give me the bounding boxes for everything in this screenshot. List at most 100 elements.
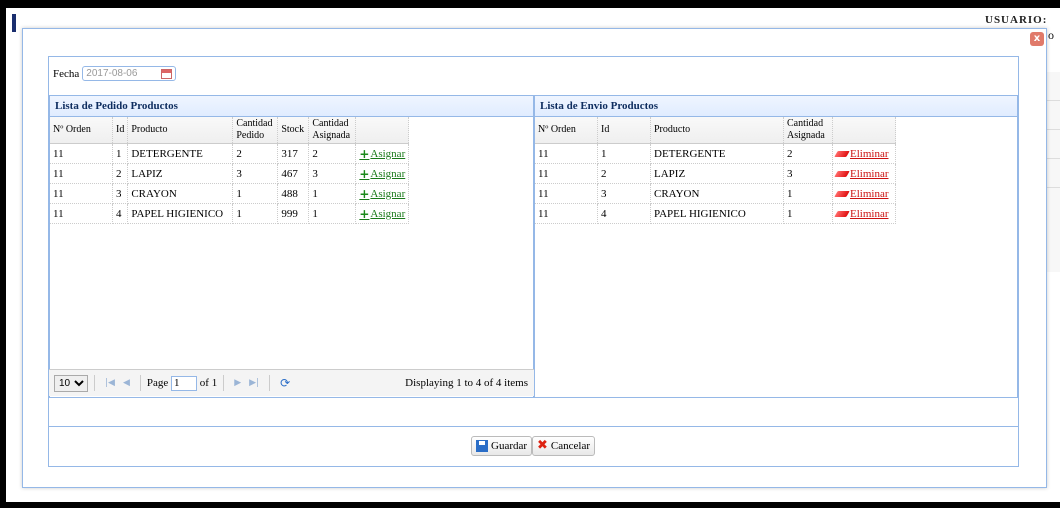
pager-separator [94,375,95,391]
cell-orden: 11 [535,203,598,224]
cell-action: Eliminar [832,163,896,184]
cell-asignada[interactable]: 1 [308,203,357,224]
cell-orden: 11 [535,183,598,204]
table-header-row: Nº Orden Id Producto Cantidad Pedido Sto… [50,117,410,144]
cell-stock: 317 [277,143,310,164]
next-page-icon[interactable]: ▶ [234,378,241,388]
eraser-icon [834,210,850,217]
asignar-link[interactable]: + Asignar [359,167,405,181]
cell-action: + Asignar [355,163,410,184]
col-header-cantidad-pedido[interactable]: Cantidad Pedido [232,117,279,144]
cell-id: 4 [112,203,129,224]
cancelar-button[interactable]: ✖ Cancelar [532,436,595,456]
asignar-label: Asignar [370,207,406,220]
plus-icon: + [359,206,370,221]
background-side-text: o [1048,28,1054,42]
plus-icon: + [359,146,370,161]
asignar-link[interactable]: + Asignar [359,147,405,161]
eliminar-link[interactable]: Eliminar [834,188,889,200]
cell-asignada: 1 [783,203,833,224]
table-row[interactable]: 11 1 DETERGENTE 2 Eliminar [535,143,896,164]
col-header-cantidad-asignada[interactable]: Cantidad Asignada [308,117,357,144]
cell-asignada: 2 [783,143,833,164]
pedido-table: Nº Orden Id Producto Cantidad Pedido Sto… [50,117,410,224]
first-page-icon[interactable]: |◀ [105,378,115,388]
cancelar-label: Cancelar [550,440,590,452]
cell-action: + Asignar [355,143,410,164]
cell-producto: LAPIZ [127,163,234,184]
fecha-value: 2017-08-06 [86,68,138,79]
eliminar-link[interactable]: Eliminar [834,207,889,220]
cell-orden: 11 [50,183,113,204]
col-header-action [832,117,896,144]
table-row[interactable]: 11 2 LAPIZ 3 Eliminar [535,163,896,184]
pager-separator [269,375,271,391]
table-row[interactable]: 11 2 LAPIZ 3 467 3 + Asignar [50,163,410,184]
last-page-icon[interactable]: ▶| [249,378,259,388]
table-row[interactable]: 11 4 PAPEL HIGIENICO 1 Eliminar [535,203,896,224]
refresh-icon[interactable]: ⟳ [280,376,290,390]
cell-id: 2 [597,163,651,184]
guardar-label: Guardar [491,440,528,452]
cell-action: + Asignar [355,183,410,204]
page-number-input[interactable] [171,375,198,391]
table-row[interactable]: 11 3 CRAYON 1 488 1 + Asignar [50,183,410,204]
page-label: Page [146,377,169,389]
eliminar-link[interactable]: Eliminar [834,147,889,160]
calendar-icon[interactable] [161,68,173,79]
col-header-producto[interactable]: Producto [127,117,234,144]
table-row[interactable]: 11 4 PAPEL HIGIENICO 1 999 1 + Asignar [50,203,410,224]
cell-asignada[interactable]: 1 [308,183,357,204]
cell-id: 3 [597,183,651,204]
cell-stock: 467 [277,163,310,184]
guardar-button[interactable]: Guardar [471,436,533,456]
fecha-date-input[interactable]: 2017-08-06 [82,66,177,81]
col-header-id[interactable]: Id [597,117,651,144]
display-info: Displaying 1 to 4 of 4 items [405,377,528,389]
col-header-producto[interactable]: Producto [650,117,784,144]
table-row[interactable]: 11 3 CRAYON 1 Eliminar [535,183,896,204]
eliminar-label: Eliminar [850,147,889,160]
eraser-icon [834,170,850,177]
cell-stock: 999 [277,203,310,224]
cell-action: + Asignar [355,203,410,224]
background-marker [12,14,16,32]
asignar-link[interactable]: + Asignar [359,187,405,201]
background-row [1047,159,1060,188]
cell-action: Eliminar [832,143,896,164]
col-header-id[interactable]: Id [112,117,129,144]
asignar-link[interactable]: + Asignar [359,207,405,221]
cell-asignada: 3 [783,163,833,184]
eliminar-label: Eliminar [850,167,889,180]
cell-orden: 11 [50,143,113,164]
table-row[interactable]: 11 1 DETERGENTE 2 317 2 + Asignar [50,143,410,164]
cell-pedido: 3 [232,163,279,184]
cell-producto: CRAYON [650,183,784,204]
close-icon[interactable]: x [1030,32,1044,46]
cell-orden: 11 [50,203,113,224]
col-header-orden[interactable]: Nº Orden [535,117,598,144]
cell-asignada[interactable]: 2 [308,143,357,164]
envio-table: Nº Orden Id Producto Cantidad Asignada 1… [535,117,896,224]
prev-page-icon[interactable]: ◀ [123,378,130,388]
footer-divider [49,426,1018,427]
fecha-label: Fecha [53,67,80,80]
cell-pedido: 1 [232,203,279,224]
col-header-stock[interactable]: Stock [277,117,310,144]
cell-producto: DETERGENTE [127,143,234,164]
col-header-action [355,117,410,144]
asignar-label: Asignar [370,167,406,180]
cancel-icon: ✖ [537,438,548,453]
cell-asignada[interactable]: 3 [308,163,357,184]
plus-icon: + [359,166,370,181]
eliminar-link[interactable]: Eliminar [834,167,889,180]
eliminar-label: Eliminar [850,207,889,220]
plus-icon: + [359,186,370,201]
page-size-select[interactable]: 10 [54,374,88,392]
save-icon [476,440,488,452]
col-header-orden[interactable]: Nº Orden [50,117,113,144]
cell-producto: LAPIZ [650,163,784,184]
page-of-label: of 1 [199,377,218,389]
pagination-bar: 10 |◀ ◀ Page of 1 ▶ ▶| ⟳ Displaying 1 to… [49,369,534,396]
col-header-cantidad-asignada[interactable]: Cantidad Asignada [783,117,833,144]
